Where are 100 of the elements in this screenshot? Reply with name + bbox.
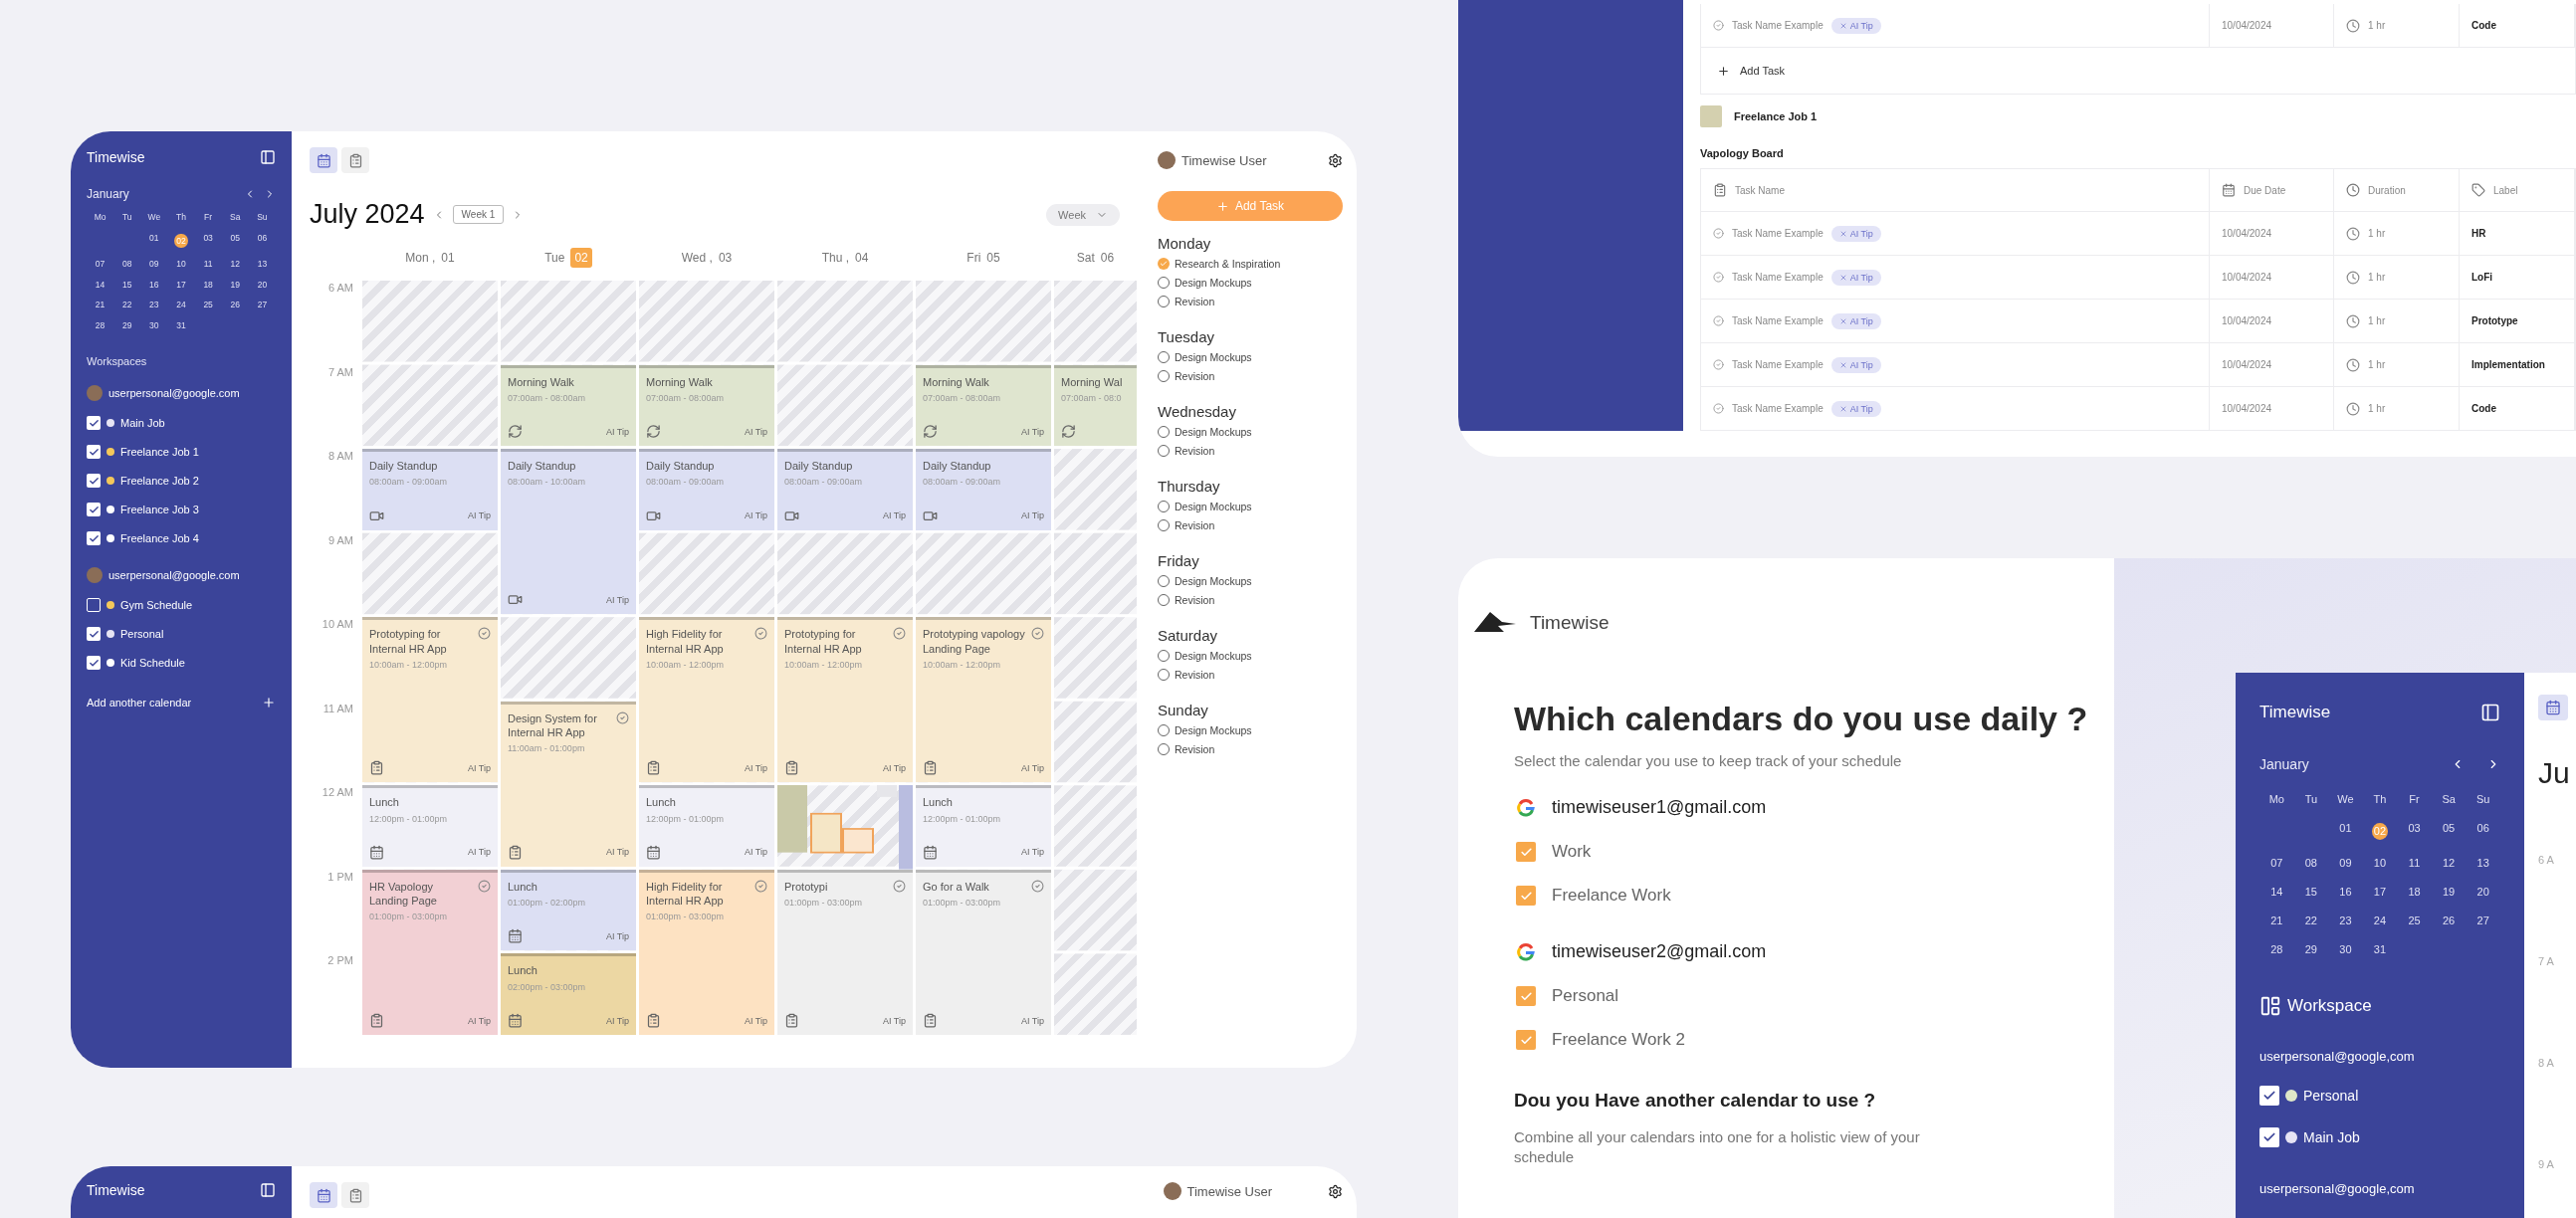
checkbox[interactable]	[87, 445, 101, 459]
calendar-day[interactable]: 16	[149, 280, 159, 289]
calendar-day[interactable]: 03	[2408, 823, 2421, 840]
calendar-view-tab[interactable]	[310, 147, 337, 173]
event-card[interactable]: Daily Standup 08:00am - 10:00am AI Tip	[501, 449, 636, 615]
calendar-day[interactable]: 18	[2408, 887, 2421, 898]
event-card[interactable]: Morning Walk 07:00am - 08:00am AI Tip	[501, 364, 636, 447]
sidebar-toggle-icon[interactable]	[260, 1182, 276, 1198]
calendar-day[interactable]: 23	[149, 301, 159, 309]
calendar-day[interactable]: 17	[176, 280, 186, 289]
calendar-day[interactable]: 21	[95, 301, 106, 309]
calendar-day[interactable]: 31	[2373, 944, 2387, 955]
checkbox[interactable]	[1516, 986, 1536, 1006]
event-card[interactable]: Lunch 12:00pm - 01:00pm AI Tip	[362, 785, 498, 867]
event-card[interactable]: Daily Standup 08:00am - 09:00am AI Tip	[777, 449, 913, 530]
settings-icon[interactable]	[1328, 1183, 1343, 1199]
calendar-day[interactable]: 25	[203, 301, 213, 309]
calendar-day[interactable]: 24	[2373, 915, 2387, 926]
event-card[interactable]: Prototyping for Internal HR App 10:00am - 12:00pm AI Tip	[777, 617, 913, 783]
checkbox[interactable]	[87, 531, 101, 545]
add-calendar-link[interactable]: Add another calendar	[87, 697, 192, 709]
calendar-day[interactable]: 22	[2304, 915, 2317, 926]
calendar-day[interactable]: 05	[230, 233, 240, 248]
calendar-day[interactable]: 29	[121, 320, 132, 329]
calendar-day[interactable]: 08	[121, 260, 132, 269]
calendar-view-tab[interactable]	[310, 1182, 337, 1208]
calendar-day[interactable]: 30	[2339, 944, 2352, 955]
calendar-day[interactable]: 26	[230, 301, 240, 309]
checkbox[interactable]	[1516, 886, 1536, 906]
checkbox[interactable]	[2259, 1086, 2279, 1106]
calendar-day[interactable]: 31	[176, 320, 186, 329]
calendar-day[interactable]: 22	[121, 301, 132, 309]
calendar-day[interactable]: 26	[2443, 915, 2456, 926]
checkbox[interactable]	[87, 656, 101, 670]
task-check[interactable]	[1158, 258, 1170, 270]
calendar-day[interactable]: 19	[2443, 887, 2456, 898]
settings-icon[interactable]	[1328, 152, 1343, 168]
event-card[interactable]: Go for a Walk 01:00pm - 03:00pm AI Tip	[916, 869, 1051, 1035]
calendar-day[interactable]: 11	[2408, 858, 2421, 869]
calendar-day[interactable]: 10	[176, 260, 186, 269]
calendar-day[interactable]: 08	[2304, 858, 2317, 869]
calendar-day[interactable]: 23	[2339, 915, 2352, 926]
event-card[interactable]: High Fidelity for Internal HR App 01:00pm - 03:00pm AI Tip	[639, 869, 774, 1035]
event-card[interactable]: Prototypi 01:00pm - 03:00pm AI Tip	[777, 869, 913, 1035]
event-card[interactable]: High Fidelity for Internal HR App 10:00am - 12:00pm AI Tip	[639, 617, 774, 783]
sidebar-toggle-icon[interactable]	[2480, 703, 2500, 722]
calendar-day[interactable]: 17	[2373, 887, 2387, 898]
event-card[interactable]: Lunch 12:00pm - 01:00pm AI Tip	[916, 785, 1051, 867]
tasks-view-tab[interactable]	[341, 1182, 369, 1208]
checkbox[interactable]	[87, 416, 101, 430]
calendar-day[interactable]: 09	[2339, 858, 2352, 869]
calendar-day[interactable]: 13	[2476, 858, 2489, 869]
event-card[interactable]: HR Vapology Landing Page 01:00pm - 03:00pm AI Tip	[362, 869, 498, 1035]
calendar-day[interactable]: 20	[257, 280, 268, 289]
calendar-day[interactable]: 28	[2270, 944, 2283, 955]
calendar-day[interactable]: 13	[257, 260, 268, 269]
checkbox[interactable]	[2259, 1127, 2279, 1147]
calendar-day[interactable]: 07	[95, 260, 106, 269]
calendar-day[interactable]: 25	[2408, 915, 2421, 926]
calendar-day[interactable]: 20	[2476, 887, 2489, 898]
calendar-day[interactable]: 06	[257, 233, 268, 248]
event-card[interactable]: Morning Walk 07:00am - 08:00am AI Tip	[916, 364, 1051, 447]
calendar-day[interactable]: 18	[203, 280, 213, 289]
event-card[interactable]: Lunch 02:00pm - 03:00pm AI Tip	[501, 953, 636, 1035]
checkbox[interactable]	[87, 474, 101, 488]
calendar-view-tab[interactable]	[2538, 695, 2568, 720]
calendar-day[interactable]: 16	[2339, 887, 2352, 898]
event-card[interactable]: Daily Standup 08:00am - 09:00am AI Tip	[362, 449, 498, 530]
tasks-view-tab[interactable]	[341, 147, 369, 173]
calendar-day[interactable]: 03	[203, 233, 213, 248]
calendar-day[interactable]: 21	[2270, 915, 2283, 926]
calendar-day[interactable]: 14	[2270, 887, 2283, 898]
view-select[interactable]: Week	[1046, 203, 1120, 226]
calendar-day[interactable]: 07	[2270, 858, 2283, 869]
event-card[interactable]: Lunch 01:00pm - 02:00pm AI Tip	[501, 869, 636, 951]
calendar-day[interactable]: 01	[2339, 823, 2352, 840]
calendar-day[interactable]: 05	[2443, 823, 2456, 840]
add-task-link[interactable]: Add Task	[1740, 65, 1786, 77]
checkbox[interactable]	[87, 627, 101, 641]
calendar-day[interactable]: 30	[149, 320, 159, 329]
checkbox[interactable]	[87, 598, 101, 612]
calendar-day[interactable]: 14	[95, 280, 106, 289]
checkbox[interactable]	[87, 503, 101, 516]
event-card[interactable]: Morning Walk 07:00am - 08:00am AI Tip	[639, 364, 774, 447]
event-card[interactable]: Morning Wal 07:00am - 08:0	[1054, 364, 1137, 447]
calendar-day[interactable]: 29	[2304, 944, 2317, 955]
calendar-day[interactable]: 19	[230, 280, 240, 289]
checkbox[interactable]	[1516, 1030, 1536, 1050]
event-card[interactable]: Prototyping for Internal HR App 10:00am - 12:00pm AI Tip	[362, 617, 498, 783]
event-card[interactable]: Lunch 12:00pm - 01:00pm AI Tip	[639, 785, 774, 867]
calendar-day[interactable]: 06	[2476, 823, 2489, 840]
event-card[interactable]: Prototyping vapology Landing Page 10:00am - 12:00pm AI Tip	[916, 617, 1051, 783]
calendar-day[interactable]: 27	[2476, 915, 2489, 926]
calendar-day[interactable]: 10	[2373, 858, 2387, 869]
calendar-day[interactable]: 24	[176, 301, 186, 309]
calendar-day[interactable]: 12	[230, 260, 240, 269]
calendar-day[interactable]: 27	[257, 301, 268, 309]
calendar-day[interactable]: 15	[121, 280, 132, 289]
calendar-day[interactable]: 15	[2304, 887, 2317, 898]
checkbox[interactable]	[1516, 842, 1536, 862]
